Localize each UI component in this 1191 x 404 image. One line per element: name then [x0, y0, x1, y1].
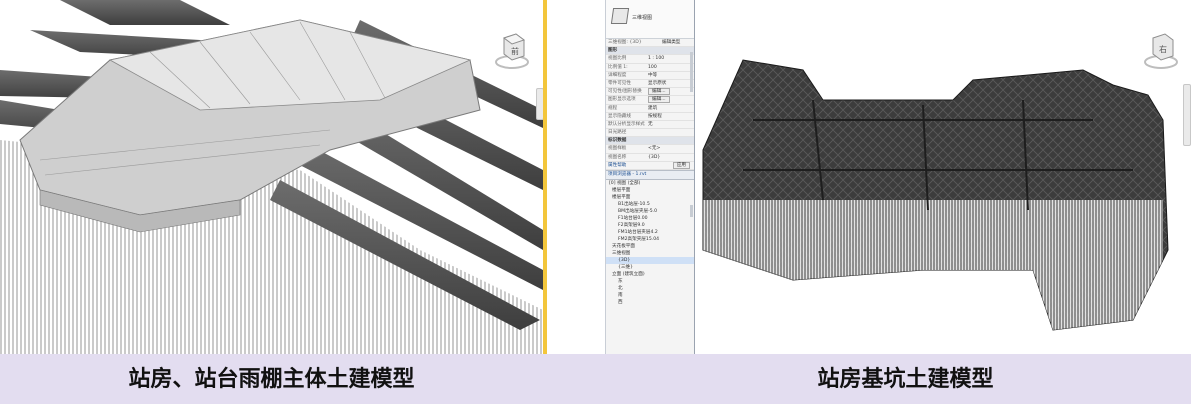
- property-row[interactable]: 显示隐藏线 按规程: [606, 113, 694, 121]
- navigation-bar[interactable]: [1183, 84, 1191, 146]
- browser-tree-node[interactable]: F1站台层0.00: [606, 215, 694, 222]
- 3d-view-type-icon: [610, 8, 630, 24]
- properties-footer: 属性帮助 应用: [606, 161, 694, 170]
- property-row[interactable]: 视图比例 1 : 100: [606, 55, 694, 64]
- browser-tree-node[interactable]: FM1站台层夹层4.2: [606, 229, 694, 236]
- properties-help-link[interactable]: 属性帮助: [608, 162, 626, 169]
- view-selector-value[interactable]: 三维视图: {3D}: [608, 39, 662, 46]
- browser-tree-node[interactable]: 楼层平面: [606, 187, 694, 194]
- property-row[interactable]: 零件可见性 显示原状: [606, 80, 694, 89]
- graphics-edit-button[interactable]: 编辑...: [648, 96, 670, 104]
- browser-tree-node[interactable]: [0] 视图 (全部): [606, 180, 694, 187]
- property-row[interactable]: 默认分析显示样式无: [606, 121, 694, 130]
- browser-tree-node[interactable]: 东: [606, 278, 694, 285]
- viewport-margin: [547, 0, 605, 354]
- browser-tree-node[interactable]: {3D}: [606, 257, 694, 264]
- caption-band: 站房、站台雨棚主体土建模型 站房基坑土建模型: [0, 354, 1191, 404]
- browser-tree-node[interactable]: 楼层平面: [606, 194, 694, 201]
- browser-tree-node[interactable]: {三维}: [606, 264, 694, 271]
- caption-right: 站房基坑土建模型: [817, 366, 994, 392]
- property-row[interactable]: 规程 建筑: [606, 105, 694, 113]
- right-3d-viewport[interactable]: 三维视图 三维视图: {3D} 编辑类型 图形 视图比例 1 : 100 比例值 …: [547, 0, 1191, 354]
- svg-text:前: 前: [511, 46, 519, 56]
- visibility-edit-button[interactable]: 编辑...: [648, 88, 670, 96]
- navigation-bar[interactable]: [536, 88, 543, 120]
- foundation-pit-model: [702, 59, 1169, 331]
- type-name: 三维视图: [632, 15, 653, 21]
- browser-tree-node[interactable]: F2高架层9.0: [606, 222, 694, 229]
- section-identity[interactable]: 标识数据: [606, 137, 694, 146]
- section-graphics[interactable]: 图形: [606, 47, 694, 56]
- browser-tree-node[interactable]: 北: [606, 285, 694, 292]
- browser-tree-node[interactable]: BM出站层夹层-5.0: [606, 208, 694, 215]
- property-row[interactable]: 视图样板 <无>: [606, 145, 694, 154]
- left-3d-viewport[interactable]: 前: [0, 0, 543, 354]
- caption-left: 站房、站台雨棚主体土建模型: [128, 366, 415, 392]
- browser-tree-node[interactable]: 立面 (建筑立面): [606, 271, 694, 278]
- type-selector[interactable]: 三维视图: [606, 0, 694, 39]
- properties-palette[interactable]: 三维视图 三维视图: {3D} 编辑类型 图形 视图比例 1 : 100 比例值 …: [605, 0, 695, 354]
- browser-tree-node[interactable]: 南: [606, 292, 694, 299]
- browser-tree-node[interactable]: B1出站层-10.5: [606, 201, 694, 208]
- browser-tree-node[interactable]: FM2高架夹层15.04: [606, 236, 694, 243]
- apply-button[interactable]: 应用: [672, 161, 690, 169]
- svg-text:右: 右: [1159, 44, 1167, 54]
- project-browser-tree[interactable]: [0] 视图 (全部) 楼层平面 楼层平面 B1出站层-10.5 BM出站层夹层-5.0…: [606, 180, 694, 306]
- edit-type-button[interactable]: 编辑类型: [662, 39, 694, 46]
- property-row[interactable]: 可见性/图形替换 编辑...: [606, 88, 694, 97]
- project-browser-title: 项目浏览器 - 1.rvt: [606, 170, 694, 180]
- property-row[interactable]: 详细程度 中等: [606, 72, 694, 80]
- viewcube-icon[interactable]: 前: [494, 32, 530, 76]
- viewcube-icon[interactable]: 右: [1143, 30, 1179, 78]
- property-row[interactable]: 比例值 1: 100: [606, 64, 694, 72]
- property-row[interactable]: 图形显示选项 编辑...: [606, 96, 694, 105]
- property-row[interactable]: 视图名称 {3D}: [606, 154, 694, 162]
- station-canopy-model: [0, 0, 543, 354]
- property-row[interactable]: 日光路径: [606, 129, 694, 138]
- browser-tree-node[interactable]: 天花板平面: [606, 243, 694, 250]
- browser-tree-node[interactable]: 西: [606, 299, 694, 306]
- view-selector[interactable]: 三维视图: {3D} 编辑类型: [606, 39, 694, 48]
- browser-tree-node[interactable]: 三维视图: [606, 250, 694, 257]
